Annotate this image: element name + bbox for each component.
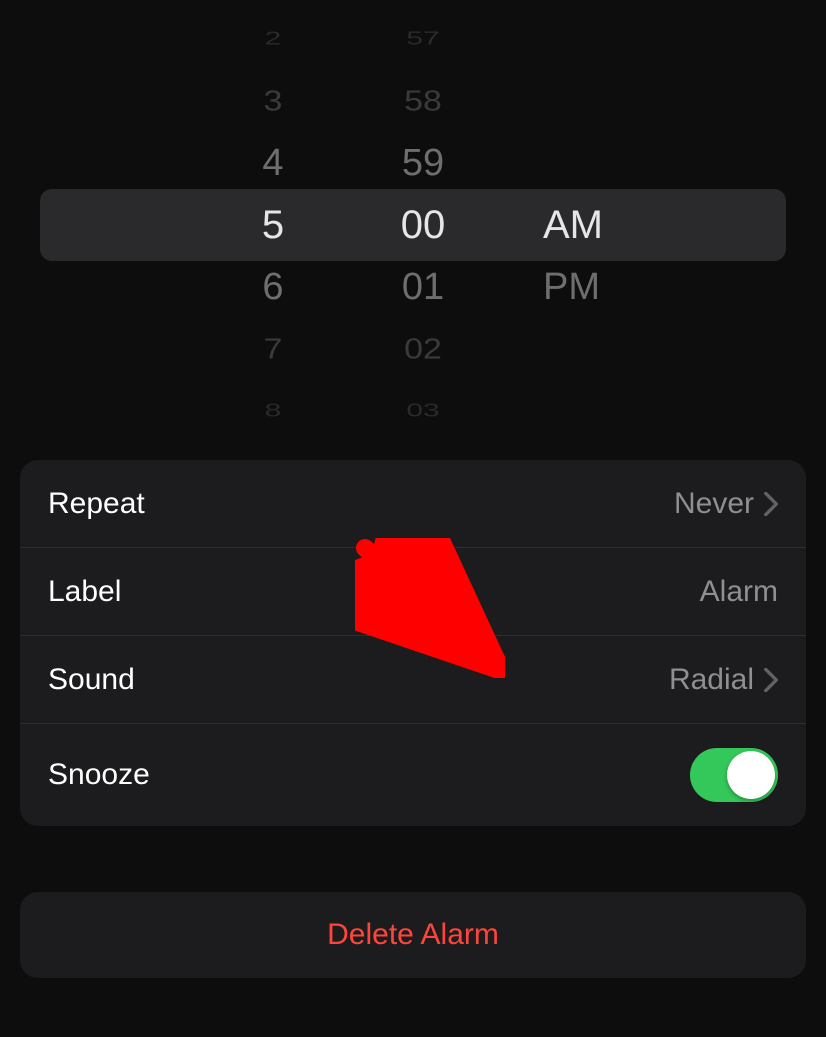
hour-column[interactable]: 2 3 4 5 6 7 8: [243, 30, 303, 420]
label-row[interactable]: Label Alarm: [20, 548, 806, 636]
snooze-toggle[interactable]: [690, 748, 778, 802]
hour-option[interactable]: 4: [262, 132, 283, 194]
chevron-right-icon: [764, 668, 778, 692]
minute-option[interactable]: 59: [402, 132, 444, 194]
ampm-option[interactable]: PM: [543, 256, 623, 318]
sound-value: Radial: [669, 663, 754, 697]
hour-option[interactable]: 3: [264, 75, 283, 128]
delete-alarm-button[interactable]: Delete Alarm: [20, 892, 806, 978]
repeat-value: Never: [674, 487, 754, 521]
hour-option[interactable]: 8: [265, 392, 282, 420]
ampm-option-selected[interactable]: AM: [543, 194, 623, 256]
picker-columns: 2 3 4 5 6 7 8 57 58 59 00 01 02 03 .: [203, 30, 623, 420]
hour-option-selected[interactable]: 5: [262, 194, 284, 256]
sound-row[interactable]: Sound Radial: [20, 636, 806, 724]
sound-label: Sound: [48, 663, 135, 697]
minute-option[interactable]: 01: [402, 256, 444, 318]
chevron-right-icon: [764, 492, 778, 516]
minute-option[interactable]: 58: [404, 75, 442, 128]
minute-option[interactable]: 57: [406, 30, 439, 58]
minute-option[interactable]: 03: [406, 392, 439, 420]
ampm-column[interactable]: . . . AM PM . .: [543, 30, 623, 420]
hour-option[interactable]: 6: [262, 256, 283, 318]
minute-column[interactable]: 57 58 59 00 01 02 03: [393, 30, 453, 420]
repeat-value-wrap: Never: [674, 487, 778, 521]
label-value-wrap: Alarm: [700, 575, 778, 609]
sound-value-wrap: Radial: [669, 663, 778, 697]
label-value: Alarm: [700, 575, 778, 609]
snooze-label: Snooze: [48, 758, 150, 792]
minute-option[interactable]: 02: [404, 323, 442, 376]
hour-option[interactable]: 2: [265, 30, 282, 58]
label-label: Label: [48, 575, 121, 609]
minute-option-selected[interactable]: 00: [401, 194, 446, 256]
repeat-row[interactable]: Repeat Never: [20, 460, 806, 548]
hour-option[interactable]: 7: [264, 323, 283, 376]
settings-list: Repeat Never Label Alarm Sound Radial: [20, 460, 806, 826]
repeat-label: Repeat: [48, 487, 145, 521]
snooze-row: Snooze: [20, 724, 806, 826]
time-picker[interactable]: 2 3 4 5 6 7 8 57 58 59 00 01 02 03 .: [20, 30, 806, 420]
toggle-knob: [727, 751, 775, 799]
